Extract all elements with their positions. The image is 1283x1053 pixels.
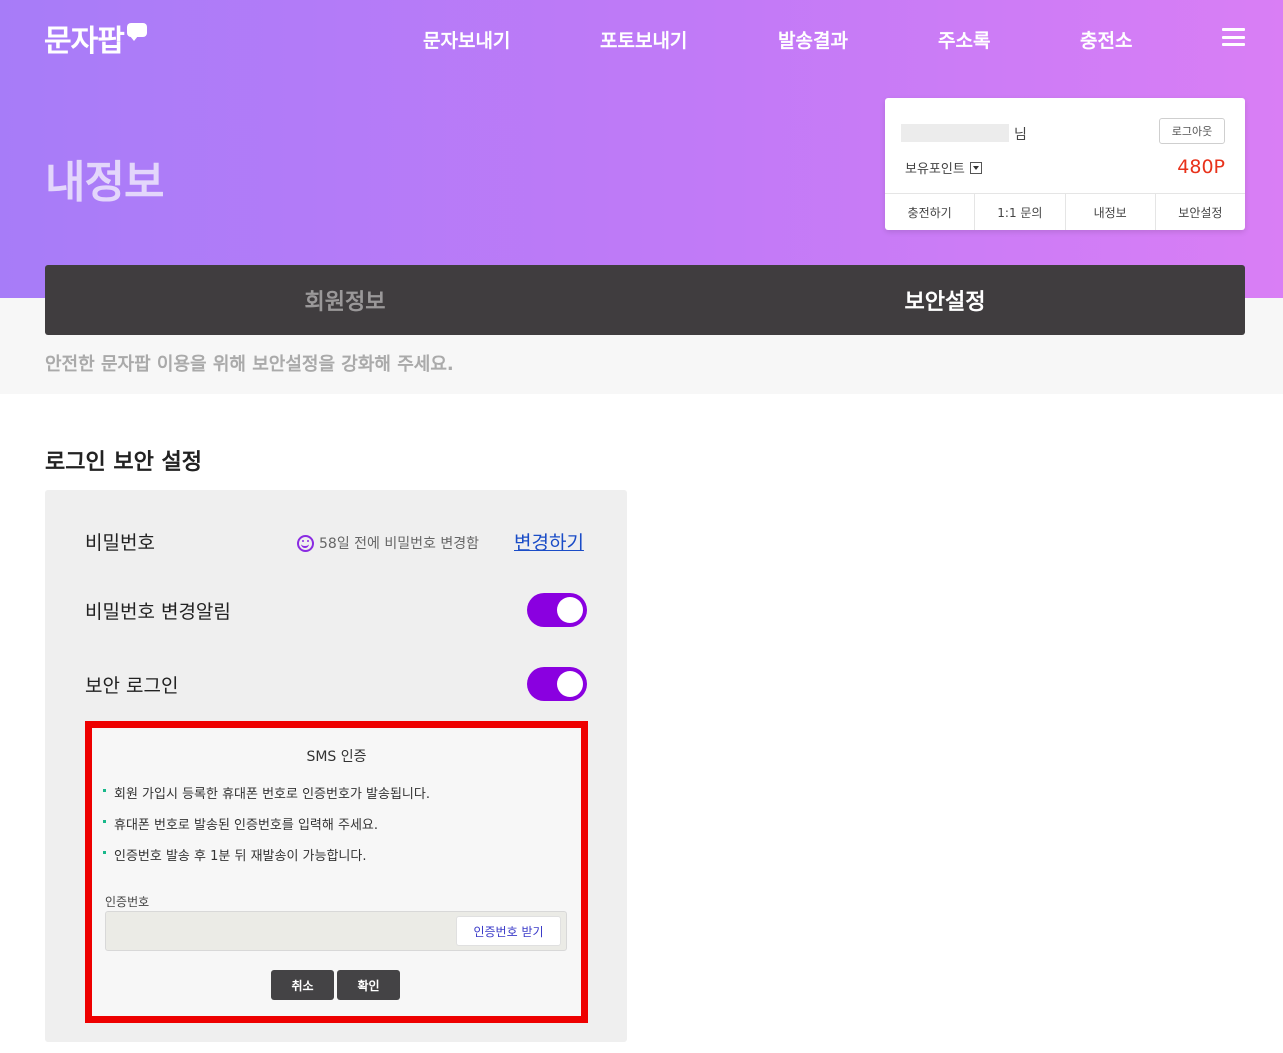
nav-item-send-photo[interactable]: 포토보내기 [600,26,687,53]
nav-item-send-results[interactable]: 발송결과 [778,26,848,53]
section-title: 로그인 보안 설정 [45,450,202,475]
logout-button[interactable]: 로그아웃 [1159,118,1225,144]
list-item: 회원 가입시 등록한 휴대폰 번호로 인증번호가 발송됩니다. [103,783,430,814]
code-label: 인증번호 [105,895,150,909]
link-recharge[interactable]: 충전하기 [885,194,976,230]
password-alert-toggle[interactable] [527,593,587,627]
tab-member-info[interactable]: 회원정보 [45,265,645,335]
nav-item-recharge[interactable]: 충전소 [1080,26,1132,53]
login-security-panel: 비밀번호 58일 전에 비밀번호 변경함 변경하기 비밀번호 변경알림 보안 로… [45,490,627,1042]
user-card: 님 로그아웃 보유포인트 480P 충전하기 1:1 문의 내정보 보안설정 [885,98,1245,230]
sms-verification-box: SMS 인증 회원 가입시 등록한 휴대폰 번호로 인증번호가 발송됩니다. 휴… [85,721,588,1023]
list-item: 인증번호 발송 후 1분 뒤 재발송이 가능합니다. [103,845,430,876]
user-card-links: 충전하기 1:1 문의 내정보 보안설정 [885,193,1245,230]
sms-instructions: 회원 가입시 등록한 휴대폰 번호로 인증번호가 발송됩니다. 휴대폰 번호로 … [103,783,430,876]
change-password-link[interactable]: 변경하기 [514,528,584,555]
dropdown-caret-icon[interactable] [969,161,982,174]
smile-icon [297,534,314,552]
password-status-text: 58일 전에 비밀번호 변경함 [319,536,479,552]
security-notice: 안전한 문자팝 이용을 위해 보안설정을 강화해 주세요. [45,354,454,375]
tab-bar: 회원정보 보안설정 [45,265,1245,335]
points-label[interactable]: 보유포인트 [905,158,982,177]
cancel-button[interactable]: 취소 [271,970,334,1000]
link-my-info[interactable]: 내정보 [1066,194,1156,230]
user-name-suffix: 님 [1014,127,1027,143]
main-nav: 문자보내기 포토보내기 발송결과 주소록 충전소 [0,26,1283,52]
points-label-text: 보유포인트 [905,162,965,177]
list-item: 휴대폰 번호로 발송된 인증번호를 입력해 주세요. [103,814,430,845]
password-label: 비밀번호 [85,532,155,554]
points-value: 480P [1177,156,1225,178]
link-inquiry[interactable]: 1:1 문의 [975,194,1066,230]
sms-title: SMS 인증 [306,749,367,765]
secure-login-toggle[interactable] [527,667,587,701]
tab-security-settings[interactable]: 보안설정 [645,265,1245,335]
user-name-masked [901,124,1009,142]
nav-item-send-sms[interactable]: 문자보내기 [423,26,510,53]
password-status: 58일 전에 비밀번호 변경함 [297,533,479,553]
password-alert-label: 비밀번호 변경알림 [85,601,231,623]
nav-item-address-book[interactable]: 주소록 [938,26,990,53]
page-title: 내정보 [45,157,164,208]
link-security-settings[interactable]: 보안설정 [1156,194,1245,230]
hamburger-menu-icon[interactable] [1222,28,1245,46]
get-code-button[interactable]: 인증번호 받기 [456,916,561,946]
confirm-button[interactable]: 확인 [337,970,400,1000]
secure-login-label: 보안 로그인 [85,675,179,697]
